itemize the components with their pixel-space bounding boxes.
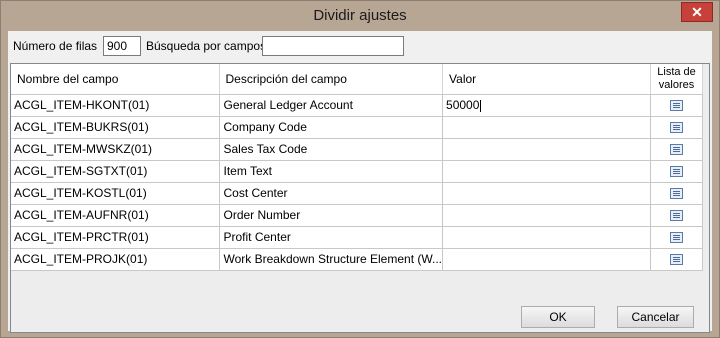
table-row: ACGL_ITEM-BUKRS(01) Company Code	[11, 116, 704, 139]
text-caret	[480, 99, 482, 112]
value-list-button[interactable]	[650, 138, 704, 161]
field-description-cell: Order Number	[219, 204, 444, 227]
value-cell[interactable]	[442, 204, 652, 227]
field-name-cell: ACGL_ITEM-MWSKZ(01)	[11, 138, 220, 161]
ok-button[interactable]: OK	[521, 306, 595, 328]
value-cell[interactable]	[442, 138, 652, 161]
value-cell[interactable]	[442, 116, 652, 139]
value-list-button[interactable]	[650, 160, 704, 183]
value-list-button[interactable]	[650, 94, 704, 117]
fields-table: Nombre del campo Descripción del campo V…	[11, 64, 704, 271]
column-header-field-name[interactable]: Nombre del campo	[11, 64, 220, 95]
value-cell[interactable]	[442, 226, 652, 249]
cancel-button[interactable]: Cancelar	[617, 306, 694, 328]
table-row: ACGL_ITEM-PROJK(01) Work Breakdown Struct…	[11, 248, 704, 271]
table-row: ACGL_ITEM-SGTXT(01) Item Text	[11, 160, 704, 183]
field-name-cell: ACGL_ITEM-HKONT(01)	[11, 94, 220, 117]
table-header: Nombre del campo Descripción del campo V…	[11, 64, 704, 95]
list-icon	[670, 210, 684, 222]
close-button[interactable]: ✕	[681, 2, 713, 22]
field-description-cell: Profit Center	[219, 226, 444, 249]
list-icon	[670, 144, 684, 156]
field-name-cell: ACGL_ITEM-PRCTR(01)	[11, 226, 220, 249]
field-name-cell: ACGL_ITEM-BUKRS(01)	[11, 116, 220, 139]
column-header-value-list[interactable]: Lista de valores	[650, 64, 704, 95]
list-icon	[670, 122, 684, 134]
field-name-cell: ACGL_ITEM-KOSTL(01)	[11, 182, 220, 205]
value-list-button[interactable]	[650, 226, 704, 249]
field-description-cell: Item Text	[219, 160, 444, 183]
value-cell[interactable]: 50000	[442, 94, 652, 117]
field-name-cell: ACGL_ITEM-AUFNR(01)	[11, 204, 220, 227]
value-cell[interactable]	[442, 248, 652, 271]
value-list-button[interactable]	[650, 204, 704, 227]
value-list-button[interactable]	[650, 182, 704, 205]
field-name-cell: ACGL_ITEM-PROJK(01)	[11, 248, 220, 271]
dialog-window: Dividir ajustes ✕ Número de filas Búsque…	[0, 0, 720, 338]
search-label: Búsqueda por campos	[146, 39, 267, 53]
table-row: ACGL_ITEM-MWSKZ(01) Sales Tax Code	[11, 138, 704, 161]
value-text: 50000	[446, 98, 480, 112]
rows-label: Número de filas	[13, 39, 98, 53]
close-icon: ✕	[691, 4, 703, 20]
value-cell[interactable]	[442, 160, 652, 183]
list-icon	[670, 254, 684, 266]
table-row: ACGL_ITEM-PRCTR(01) Profit Center	[11, 226, 704, 249]
value-list-button[interactable]	[650, 248, 704, 271]
fields-grid: Nombre del campo Descripción del campo V…	[10, 63, 710, 333]
value-list-button[interactable]	[650, 116, 704, 139]
table-row: ACGL_ITEM-AUFNR(01) Order Number	[11, 204, 704, 227]
column-header-description[interactable]: Descripción del campo	[219, 64, 444, 95]
dialog-body: Número de filas Búsqueda por campos Nomb…	[8, 31, 712, 333]
field-name-cell: ACGL_ITEM-SGTXT(01)	[11, 160, 220, 183]
rows-count-input[interactable]	[103, 36, 141, 56]
column-header-value[interactable]: Valor	[442, 64, 652, 95]
field-description-cell: General Ledger Account	[219, 94, 444, 117]
list-icon	[670, 188, 684, 200]
field-description-cell: Work Breakdown Structure Element (W...	[219, 248, 444, 271]
value-cell[interactable]	[442, 182, 652, 205]
title-bar: Dividir ajustes ✕	[1, 1, 719, 31]
search-input[interactable]	[262, 36, 404, 56]
table-row: ACGL_ITEM-KOSTL(01) Cost Center	[11, 182, 704, 205]
list-icon	[670, 232, 684, 244]
window-title: Dividir ajustes	[313, 7, 407, 24]
list-icon	[670, 100, 684, 112]
list-icon	[670, 166, 684, 178]
field-description-cell: Cost Center	[219, 182, 444, 205]
toolbar: Número de filas Búsqueda por campos	[8, 31, 712, 61]
field-description-cell: Sales Tax Code	[219, 138, 444, 161]
table-row: ACGL_ITEM-HKONT(01) General Ledger Accoun…	[11, 94, 704, 117]
field-description-cell: Company Code	[219, 116, 444, 139]
